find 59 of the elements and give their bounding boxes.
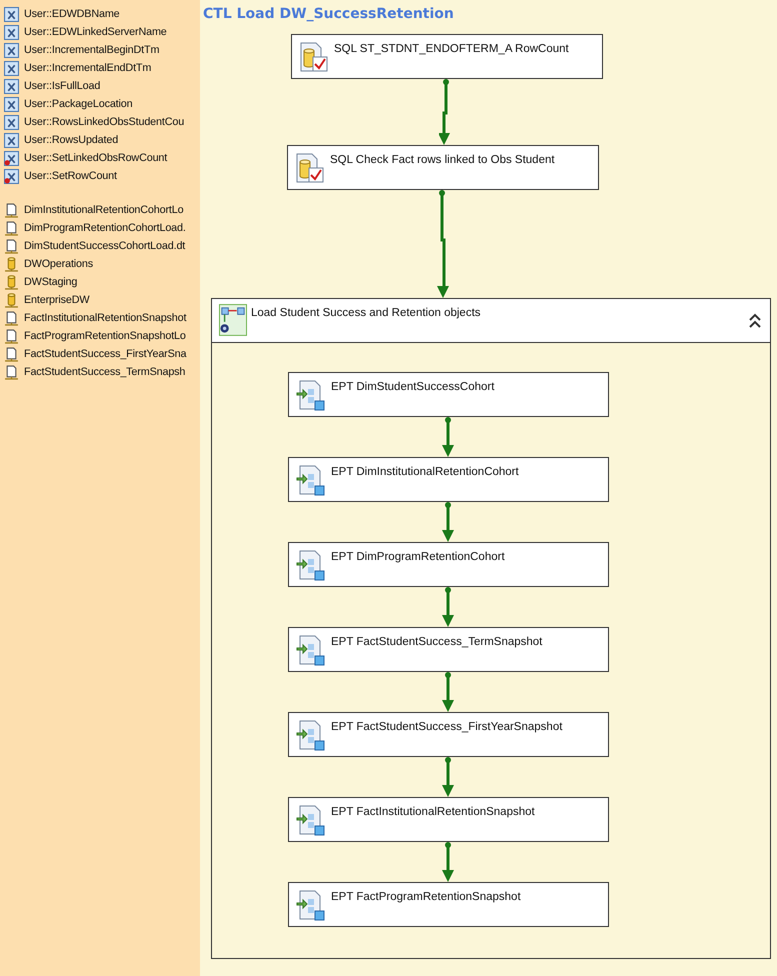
task-label: SQL Check Fact rows linked to Obs Student [330,154,555,166]
variable-name[interactable]: User::RowsLinkedObsStudentCou [24,116,184,128]
precedence-arrow [441,587,455,627]
task-box[interactable]: EPT FactStudentSuccess_FirstYearSnapshot [288,712,609,757]
precedence-arrow [441,502,455,542]
connection-name[interactable]: FactStudentSuccess_TermSnapsh [24,366,186,378]
task-box[interactable]: EPT FactInstitutionalRetentionSnapshot [288,797,609,842]
variable-name[interactable]: User::SetLinkedObsRowCount [24,152,168,164]
task-label: EPT DimStudentSuccessCohort [331,381,494,393]
task-label: EPT DimProgramRetentionCohort [331,551,505,563]
connection-name[interactable]: FactStudentSuccess_FirstYearSna [24,348,186,360]
variable-name[interactable]: User::IsFullLoad [24,80,100,92]
task-label: EPT FactStudentSuccess_FirstYearSnapshot [331,721,562,733]
task-box[interactable]: SQL ST_STDNT_ENDOFTERM_A RowCount [291,34,603,79]
connection-name[interactable]: DimInstitutionalRetentionCohortLo [24,204,184,216]
variable-name[interactable]: User::IncrementalBeginDtTm [24,44,160,56]
task-label: EPT FactInstitutionalRetentionSnapshot [331,806,535,818]
task-label: EPT FactStudentSuccess_TermSnapshot [331,636,542,648]
package-task-icon [295,634,327,666]
connection-name[interactable]: FactInstitutionalRetentionSnapshot [24,312,186,324]
container-label: Load Student Success and Retention objects [251,307,482,319]
connection-name[interactable]: FactProgramRetentionSnapshotLo [24,330,186,342]
sequence-container[interactable] [211,298,771,959]
variable-name[interactable]: User::SetRowCount [24,170,117,182]
variable-name[interactable]: User::EDWLinkedServerName [24,26,167,38]
connection-name[interactable]: EnterpriseDW [24,294,90,306]
task-label: EPT DimInstitutionalRetentionCohort [331,466,519,478]
collapse-icon[interactable] [748,313,762,329]
connection-name[interactable]: DimStudentSuccessCohortLoad.dt [24,240,186,252]
connection-name[interactable]: DWStaging [24,276,78,288]
connection-name[interactable]: DWOperations [24,258,94,270]
connection-name[interactable]: DimProgramRetentionCohortLoad. [24,222,186,234]
package-task-icon [295,889,327,921]
precedence-arrow [441,842,455,882]
variable-name[interactable]: User::PackageLocation [24,98,132,110]
task-box[interactable]: EPT DimInstitutionalRetentionCohort [288,457,609,502]
variable-name[interactable]: User::IncrementalEndDtTm [24,62,152,74]
variable-name[interactable]: User::RowsUpdated [24,134,118,146]
package-task-icon [295,719,327,751]
task-box[interactable]: EPT DimStudentSuccessCohort [288,372,609,417]
package-task-icon [295,549,327,581]
package-task-icon [295,379,327,411]
package-task-icon [295,464,327,496]
task-box[interactable]: EPT DimProgramRetentionCohort [288,542,609,587]
variable-name[interactable]: User::EDWDBName [24,8,120,20]
precedence-arrow [439,79,453,145]
sql-task-icon [294,152,326,184]
precedence-arrow [441,417,455,457]
sql-task-icon [298,41,330,73]
precedence-arrow [441,672,455,712]
task-label: EPT FactProgramRetentionSnapshot [331,891,521,903]
task-label: SQL ST_STDNT_ENDOFTERM_A RowCount [334,43,569,55]
task-box[interactable]: EPT FactStudentSuccess_TermSnapshot [288,627,609,672]
container-icon [219,304,247,336]
task-box[interactable]: EPT FactProgramRetentionSnapshot [288,882,609,927]
package-title: CTL Load DW_SuccessRetention [203,6,454,24]
package-task-icon [295,804,327,836]
task-box[interactable]: SQL Check Fact rows linked to Obs Student [287,145,599,190]
precedence-arrow [441,757,455,797]
